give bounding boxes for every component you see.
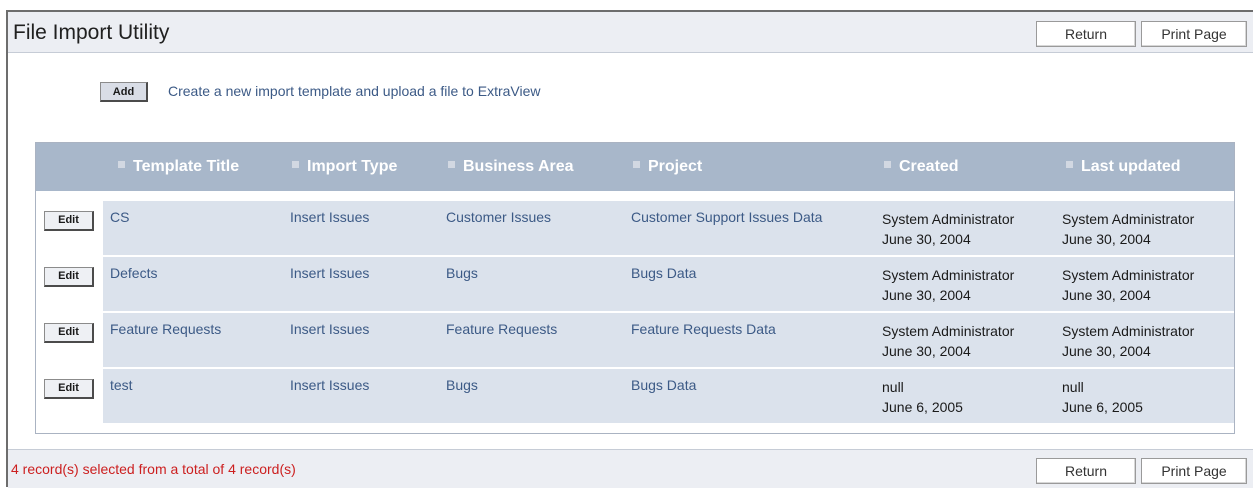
project-cell: Feature Requests Data [631,321,776,337]
footer-return-button[interactable]: Return [1036,458,1136,484]
sort-marker-icon [292,161,299,168]
column-header-business-area[interactable]: Business Area [448,158,574,176]
template-title-link[interactable]: Defects [110,265,157,281]
table-header: Template Title Import Type Business Area… [36,143,1234,191]
edit-button[interactable]: Edit [44,267,94,287]
sort-marker-icon [118,161,125,168]
column-header-project[interactable]: Project [633,158,702,176]
print-page-button[interactable]: Print Page [1141,21,1247,47]
column-header-template-title[interactable]: Template Title [118,158,239,176]
business-area-cell: Customer Issues [446,209,552,225]
template-title-link[interactable]: test [110,377,133,393]
footer-bar: 4 record(s) selected from a total of 4 r… [8,449,1253,488]
title-bar: File Import Utility Return Print Page [8,12,1253,53]
project-cell: Customer Support Issues Data [631,209,823,225]
sort-marker-icon [1066,161,1073,168]
business-area-cell: Bugs [446,377,478,393]
business-area-cell: Bugs [446,265,478,281]
import-type-cell: Insert Issues [290,265,370,281]
column-header-last-updated[interactable]: Last updated [1066,158,1181,176]
import-utility-panel: File Import Utility Return Print Page Ad… [6,10,1253,488]
column-header-created[interactable]: Created [884,158,959,176]
import-type-cell: Insert Issues [290,321,370,337]
add-button[interactable]: Add [100,82,148,102]
updated-cell: System Administrator June 30, 2004 [1062,211,1195,247]
record-count-status: 4 record(s) selected from a total of 4 r… [11,461,296,477]
footer-print-page-button[interactable]: Print Page [1141,458,1247,484]
template-title-link[interactable]: CS [110,209,129,225]
sort-marker-icon [884,161,891,168]
edit-button[interactable]: Edit [44,379,94,399]
project-cell: Bugs Data [631,265,697,281]
page-title: File Import Utility [13,21,170,44]
table-row: Edit CS Insert Issues Customer Issues Cu… [36,201,1234,257]
project-cell: Bugs Data [631,377,697,393]
updated-cell: null June 6, 2005 [1062,379,1143,415]
template-title-link[interactable]: Feature Requests [110,321,221,337]
business-area-cell: Feature Requests [446,321,558,337]
updated-cell: System Administrator June 30, 2004 [1062,323,1195,359]
import-type-cell: Insert Issues [290,209,370,225]
table-row: Edit Defects Insert Issues Bugs Bugs Dat… [36,257,1234,313]
created-cell: System Administrator June 30, 2004 [882,267,1015,303]
sort-marker-icon [448,161,455,168]
import-type-cell: Insert Issues [290,377,370,393]
column-header-import-type[interactable]: Import Type [292,158,397,176]
table-row: Edit test Insert Issues Bugs Bugs Data n… [36,369,1234,425]
table-row: Edit Feature Requests Insert Issues Feat… [36,313,1234,369]
created-cell: System Administrator June 30, 2004 [882,211,1015,247]
return-button[interactable]: Return [1036,21,1136,47]
created-cell: null June 6, 2005 [882,379,963,415]
edit-button[interactable]: Edit [44,211,94,231]
created-cell: System Administrator June 30, 2004 [882,323,1015,359]
add-description-link[interactable]: Create a new import template and upload … [168,83,541,99]
edit-button[interactable]: Edit [44,323,94,343]
updated-cell: System Administrator June 30, 2004 [1062,267,1195,303]
templates-table: Template Title Import Type Business Area… [35,142,1235,434]
sort-marker-icon [633,161,640,168]
